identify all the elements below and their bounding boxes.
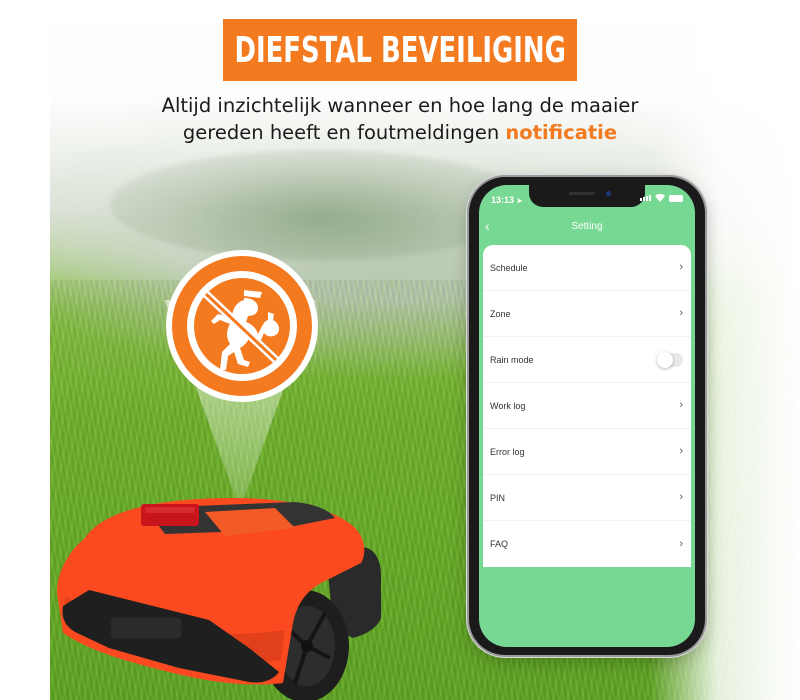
settings-item-label: FAQ: [490, 539, 509, 549]
settings-item-zone[interactable]: Zone ›: [483, 291, 691, 337]
settings-item-label: Work log: [490, 400, 526, 411]
status-time-text: 13:13: [491, 195, 515, 205]
app-screen: 13:13 ➤ ‹ Setting Schedule › Zone › Rain…: [479, 185, 695, 647]
subtitle-accent-word: notificatie: [505, 121, 618, 144]
settings-item-work-log[interactable]: Work log ›: [483, 383, 691, 429]
anti-theft-sign: [166, 250, 318, 402]
status-icons: [640, 194, 683, 202]
wifi-icon: [655, 194, 665, 202]
rain-mode-toggle[interactable]: [657, 351, 683, 368]
subtitle-line-2-text: gereden heeft en foutmeldingen: [182, 121, 506, 144]
robot-mower: [55, 478, 395, 700]
toggle-knob: [657, 351, 673, 368]
cellular-signal-icon: [640, 195, 651, 201]
settings-item-label: PIN: [490, 492, 506, 503]
chevron-right-icon: ›: [679, 307, 683, 319]
settings-item-label: Zone: [490, 308, 511, 319]
no-thief-icon: [172, 256, 312, 396]
settings-list: Schedule › Zone › Rain mode Work log › E…: [483, 245, 691, 567]
banner-title: DIEFSTAL BEVEILIGING: [234, 29, 566, 71]
screen-title: Setting: [571, 221, 603, 232]
chevron-right-icon: ›: [679, 445, 683, 457]
chevron-right-icon: ›: [679, 399, 683, 411]
subtitle-line-2: gereden heeft en foutmeldingen notificat…: [0, 119, 800, 146]
settings-item-rain-mode: Rain mode: [483, 337, 691, 383]
front-camera: [606, 191, 611, 196]
settings-item-label: Rain mode: [490, 354, 534, 365]
title-banner: DIEFSTAL BEVEILIGING: [223, 19, 577, 81]
chevron-right-icon: ›: [679, 261, 683, 273]
chevron-right-icon: ›: [679, 537, 683, 550]
subtitle-line-1: Altijd inzichtelijk wanneer en hoe lang …: [161, 94, 639, 117]
location-arrow-icon: ➤: [516, 198, 523, 205]
phone-notch: [529, 185, 645, 207]
settings-item-faq[interactable]: FAQ ›: [483, 521, 691, 567]
settings-item-label: Error log: [490, 446, 525, 457]
subtitle: Altijd inzichtelijk wanneer en hoe lang …: [0, 92, 800, 146]
settings-item-schedule[interactable]: Schedule ›: [483, 245, 691, 291]
chevron-right-icon: ›: [679, 491, 683, 503]
battery-icon: [669, 194, 683, 202]
smartphone: 13:13 ➤ ‹ Setting Schedule › Zone › Rain…: [469, 177, 705, 655]
robot-mower-illustration: [57, 498, 381, 700]
settings-item-error-log[interactable]: Error log ›: [483, 429, 691, 475]
speaker-grille: [569, 192, 595, 195]
settings-item-pin[interactable]: PIN ›: [483, 475, 691, 521]
foliage-backdrop: [110, 150, 530, 260]
status-time: 13:13 ➤: [491, 195, 522, 205]
settings-item-label: Schedule: [490, 262, 528, 273]
